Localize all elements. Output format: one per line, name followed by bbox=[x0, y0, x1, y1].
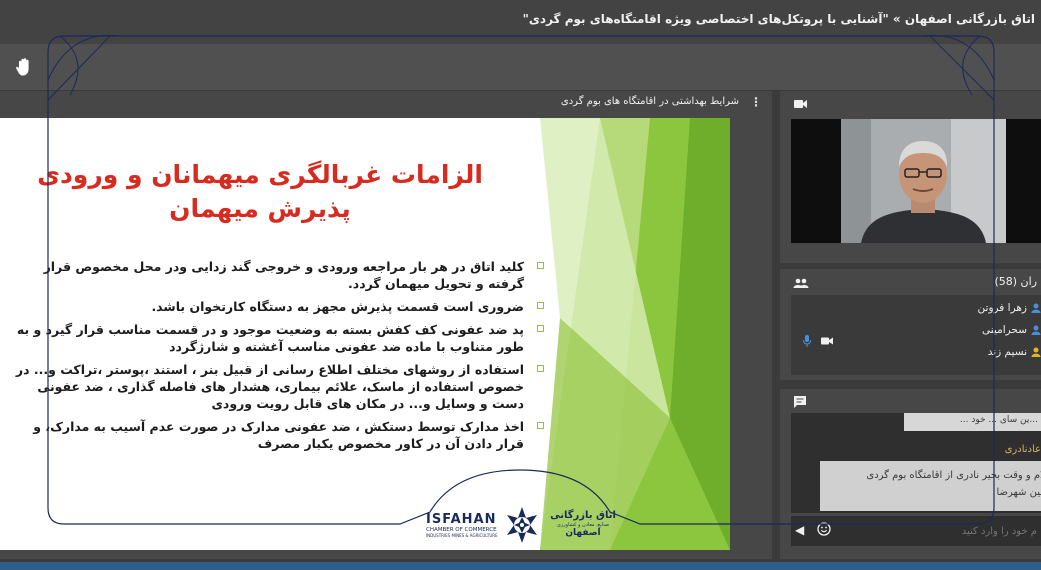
slide-bullet: اخذ مدارک توسط دستکش ، ضد عفونی مدارک در… bbox=[8, 418, 548, 452]
chamber-logo: ISFAHAN CHAMBER OF COMMERCE INDUSTRIES M… bbox=[422, 500, 622, 550]
attendee-row[interactable]: نسیم زند bbox=[988, 342, 1041, 362]
bullet-marker-icon bbox=[537, 302, 544, 309]
app-window: اتاق بازرگانی اصفهان » "آشنایی با پروتکل… bbox=[0, 0, 1041, 570]
meeting-title: اتاق بازرگانی اصفهان » "آشنایی با پروتکل… bbox=[522, 12, 1035, 26]
attendee-list: زهرا فروتن سحرامینی نسیم زند bbox=[791, 295, 1041, 375]
logo-persian-name: اتاق بازرگانی bbox=[550, 510, 616, 521]
slide-bullet: پد ضد عفونی کف کفش بسته به وضعیت موجود و… bbox=[8, 321, 548, 355]
slide-bullet-list: کلید اتاق در هر بار مراجعه ورودی و خروجی… bbox=[8, 258, 548, 458]
attendees-pod: ران (58) زهرا فروتن سحرامینی نسیم زند bbox=[780, 269, 1041, 380]
share-pod-header: شرایط بهداشتی در اقامتگاه های بوم گردی ⋮ bbox=[0, 91, 772, 115]
slide-bullet: استفاده از روشهای مختلف اطلاع رسانی از ق… bbox=[8, 361, 548, 412]
toolbar bbox=[0, 44, 1041, 90]
chat-pod: ...ین سای ... خود ... عادنادری علام و وق… bbox=[780, 389, 1041, 559]
slide-bullet: کلید اتاق در هر بار مراجعه ورودی و خروجی… bbox=[8, 258, 548, 292]
attendee-count: ران (58) bbox=[994, 275, 1037, 288]
video-frame bbox=[791, 119, 1041, 243]
speaker-image bbox=[841, 119, 1006, 243]
bullet-marker-icon bbox=[537, 422, 544, 429]
video-pod bbox=[780, 91, 1041, 263]
emoji-icon[interactable] bbox=[817, 522, 831, 536]
bullet-marker-icon bbox=[537, 262, 544, 269]
slide-bullet: ضروری است قسمت پذیرش مجهز به دستگاه کارت… bbox=[8, 298, 548, 315]
camera-icon[interactable] bbox=[794, 99, 808, 109]
person-icon bbox=[1031, 325, 1041, 335]
share-pod-menu-button[interactable]: ⋮ bbox=[750, 95, 762, 109]
raise-hand-icon bbox=[16, 58, 29, 76]
chat-bubble-icon[interactable] bbox=[794, 396, 806, 408]
attendee-name: زهرا فروتن bbox=[977, 302, 1027, 314]
bottom-bar bbox=[0, 562, 1041, 570]
video-icon[interactable] bbox=[821, 337, 833, 345]
attendee-name: نسیم زند bbox=[987, 346, 1027, 358]
slide-green-decoration bbox=[540, 118, 730, 550]
slide-heading-line1: الزامات غربالگری میهمانان و ورودی bbox=[37, 160, 483, 189]
slide-heading-line2: پذیرش میهمان bbox=[169, 194, 351, 223]
attendee-row[interactable]: زهرا فروتن bbox=[978, 298, 1041, 318]
chat-sender: عادنادری bbox=[1004, 444, 1041, 455]
share-pod-title: شرایط بهداشتی در اقامتگاه های بوم گردی bbox=[560, 96, 739, 107]
title-bar: اتاق بازرگانی اصفهان » "آشنایی با پروتکل… bbox=[0, 0, 1041, 44]
logo-persian-sub: صنایع، معادن و کشاورزی اصفهان bbox=[556, 522, 610, 538]
chat-messages: ...ین سای ... خود ... عادنادری علام و وق… bbox=[791, 413, 1041, 513]
presentation-slide: الزامات غربالگری میهمانان و ورودی پذیرش … bbox=[0, 118, 730, 550]
microphone-icon[interactable] bbox=[803, 335, 811, 347]
presenter-icon bbox=[1031, 347, 1041, 357]
attendee-row[interactable]: سحرامینی bbox=[982, 320, 1041, 340]
logo-english-name: ISFAHAN bbox=[426, 512, 497, 527]
slide-heading: الزامات غربالگری میهمانان و ورودی پذیرش … bbox=[0, 158, 520, 226]
people-icon[interactable] bbox=[793, 278, 809, 288]
bullet-marker-icon bbox=[537, 365, 544, 372]
speaker-video-feed bbox=[841, 119, 1006, 243]
bullet-marker-icon bbox=[537, 325, 544, 332]
attendee-name: سحرامینی bbox=[982, 324, 1027, 336]
logo-english-sub: CHAMBER OF COMMERCE INDUSTRIES MINES & A… bbox=[426, 527, 498, 538]
raise-hand-button[interactable] bbox=[12, 55, 36, 79]
chat-message: علام و وقت بخیر نادری از اقامتگاه بوم گر… bbox=[820, 461, 1041, 511]
person-icon bbox=[1031, 303, 1041, 313]
send-icon[interactable]: ◀ bbox=[795, 523, 804, 537]
chat-message: ...ین سای ... خود ... bbox=[904, 413, 1041, 431]
